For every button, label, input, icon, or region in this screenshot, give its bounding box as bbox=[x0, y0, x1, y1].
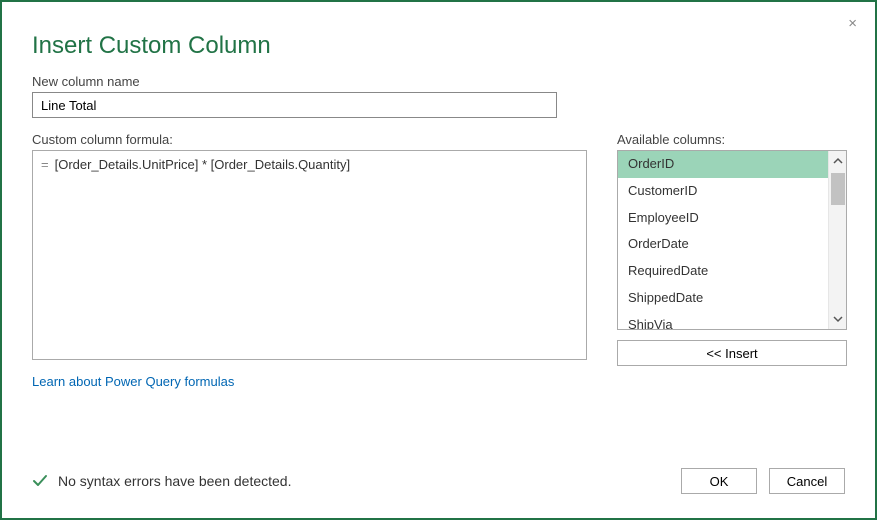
scroll-down-icon[interactable] bbox=[829, 309, 847, 329]
status-text: No syntax errors have been detected. bbox=[58, 473, 291, 489]
dialog-title: Insert Custom Column bbox=[32, 32, 845, 60]
list-item[interactable]: ShipVia bbox=[618, 312, 828, 330]
scroll-up-icon[interactable] bbox=[829, 151, 847, 171]
list-item[interactable]: RequiredDate bbox=[618, 258, 828, 285]
new-column-name-input[interactable] bbox=[32, 92, 557, 118]
available-columns-list[interactable]: OrderIDCustomerIDEmployeeIDOrderDateRequ… bbox=[617, 150, 847, 330]
formula-editor[interactable]: = [Order_Details.UnitPrice] * [Order_Det… bbox=[32, 150, 587, 360]
equals-sign: = bbox=[41, 157, 49, 172]
cancel-button[interactable]: Cancel bbox=[769, 468, 845, 494]
status-row: No syntax errors have been detected. bbox=[32, 473, 291, 489]
insert-button[interactable]: << Insert bbox=[617, 340, 847, 366]
list-item[interactable]: EmployeeID bbox=[618, 205, 828, 232]
list-item[interactable]: CustomerID bbox=[618, 178, 828, 205]
list-item[interactable]: OrderID bbox=[618, 151, 828, 178]
close-icon[interactable]: × bbox=[848, 16, 857, 31]
list-item[interactable]: OrderDate bbox=[618, 231, 828, 258]
list-item[interactable]: ShippedDate bbox=[618, 285, 828, 312]
check-icon bbox=[32, 473, 48, 489]
insert-custom-column-dialog: × Insert Custom Column New column name C… bbox=[0, 0, 877, 520]
scroll-thumb[interactable] bbox=[831, 173, 845, 205]
formula-label: Custom column formula: bbox=[32, 132, 587, 147]
learn-link[interactable]: Learn about Power Query formulas bbox=[32, 374, 234, 389]
new-column-name-label: New column name bbox=[32, 74, 845, 89]
scrollbar[interactable] bbox=[828, 151, 846, 329]
available-columns-label: Available columns: bbox=[617, 132, 847, 147]
formula-text[interactable]: [Order_Details.UnitPrice] * [Order_Detai… bbox=[55, 157, 578, 353]
ok-button[interactable]: OK bbox=[681, 468, 757, 494]
